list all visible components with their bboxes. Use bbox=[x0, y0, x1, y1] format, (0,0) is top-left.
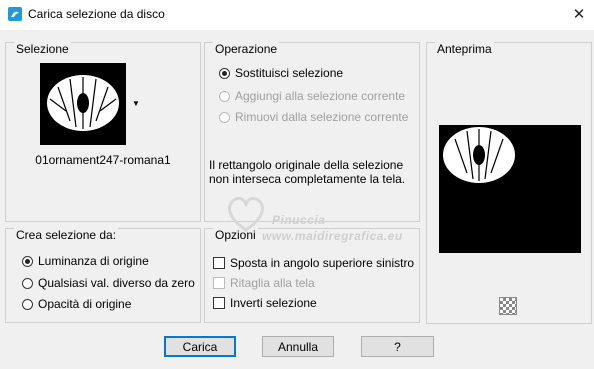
ornament-image bbox=[47, 75, 119, 131]
preview-image bbox=[443, 127, 515, 183]
radio-label: Luminanza di origine bbox=[38, 254, 149, 268]
checkbox-ritaglia[interactable]: Ritaglia alla tela bbox=[213, 275, 315, 291]
radio-button[interactable] bbox=[22, 298, 33, 310]
checkbox-label: Inverti selezione bbox=[230, 296, 317, 310]
radio-label: Qualsiasi val. diverso da zero bbox=[38, 276, 195, 290]
selezione-group: Selezione ▼ 01ornament247-romana1 bbox=[5, 42, 201, 222]
checkbox[interactable] bbox=[213, 257, 225, 269]
watermark-name: Pinuccia bbox=[272, 213, 326, 227]
checkbox-label: Ritaglia alla tela bbox=[230, 276, 315, 290]
radio-button[interactable] bbox=[219, 111, 230, 123]
watermark-url: www.maidiregrafica.eu bbox=[262, 229, 403, 243]
radio-rimuovi[interactable]: Rimuovi dalla selezione corrente bbox=[219, 109, 408, 125]
radio-sostituisci[interactable]: Sostituisci selezione bbox=[219, 65, 343, 81]
title-bar: Carica selezione da disco ✕ bbox=[0, 0, 594, 30]
selezione-label: Selezione bbox=[14, 42, 71, 56]
preview-canvas bbox=[439, 125, 581, 253]
carica-button[interactable]: Carica bbox=[164, 336, 236, 357]
radio-label: Rimuovi dalla selezione corrente bbox=[235, 110, 409, 124]
anteprima-group: Anteprima bbox=[426, 42, 592, 324]
radio-button[interactable] bbox=[219, 67, 230, 79]
watermark-heart-icon bbox=[228, 196, 264, 232]
crea-selezione-label: Crea selezione da: bbox=[14, 228, 119, 242]
close-button[interactable]: ✕ bbox=[564, 0, 594, 30]
operazione-label: Operazione bbox=[213, 42, 280, 56]
annulla-button[interactable]: Annulla bbox=[262, 336, 334, 357]
app-icon bbox=[8, 7, 22, 21]
radio-button[interactable] bbox=[22, 277, 33, 289]
checkbox-label: Sposta in angolo superiore sinistro bbox=[230, 256, 415, 270]
radio-label: Aggiungi alla selezione corrente bbox=[235, 89, 406, 103]
anteprima-label: Anteprima bbox=[435, 42, 494, 56]
radio-label: Sostituisci selezione bbox=[235, 66, 344, 80]
radio-qualsiasi[interactable]: Qualsiasi val. diverso da zero bbox=[22, 275, 195, 291]
help-button[interactable]: ? bbox=[361, 336, 434, 357]
checkbox[interactable] bbox=[213, 277, 225, 289]
crea-selezione-group: Crea selezione da: Luminanza di origine … bbox=[5, 228, 201, 323]
window-title: Carica selezione da disco bbox=[28, 7, 165, 21]
selection-file-name: 01ornament247-romana1 bbox=[35, 153, 171, 167]
checkbox-inverti[interactable]: Inverti selezione bbox=[213, 295, 317, 311]
radio-button[interactable] bbox=[219, 90, 230, 102]
transparency-toggle-icon[interactable] bbox=[499, 297, 517, 315]
intersection-message: Il rettangolo originale della selezione … bbox=[209, 158, 406, 186]
radio-button[interactable] bbox=[22, 255, 33, 267]
radio-luminanza[interactable]: Luminanza di origine bbox=[22, 253, 149, 269]
checkbox-sposta[interactable]: Sposta in angolo superiore sinistro bbox=[213, 255, 414, 271]
thumbnail-dropdown-arrow[interactable]: ▼ bbox=[132, 99, 140, 108]
radio-label: Opacità di origine bbox=[38, 297, 132, 311]
radio-opacita[interactable]: Opacità di origine bbox=[22, 296, 131, 312]
selection-thumbnail[interactable] bbox=[40, 63, 126, 145]
checkbox[interactable] bbox=[213, 297, 225, 309]
radio-aggiungi[interactable]: Aggiungi alla selezione corrente bbox=[219, 88, 405, 104]
